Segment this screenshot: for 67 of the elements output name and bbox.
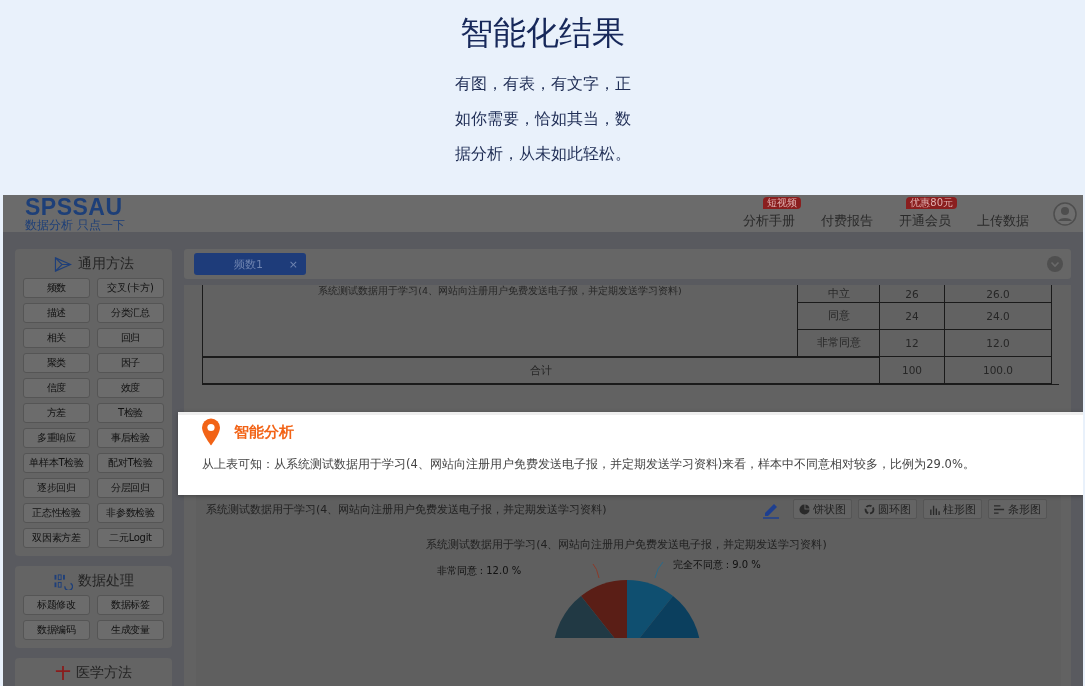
method-button[interactable]: 单样本T检验 bbox=[23, 453, 90, 473]
table-cell: 26 bbox=[880, 285, 945, 303]
slice-label: 非常同意 : 12.0 % bbox=[436, 564, 522, 578]
slice-label: 完全不同意 : 9.0 % bbox=[672, 558, 761, 572]
analysis-title: 智能分析 bbox=[234, 422, 294, 442]
chart-type-button[interactable]: 柱形图 bbox=[923, 499, 982, 519]
method-button[interactable]: 数据编码 bbox=[23, 620, 90, 640]
nav-link[interactable]: 付费报告 bbox=[821, 212, 873, 228]
method-button[interactable]: 正态性检验 bbox=[23, 503, 90, 523]
bar-chart-icon bbox=[929, 503, 940, 515]
method-button[interactable]: 配对T检验 bbox=[97, 453, 164, 473]
method-button[interactable]: 双因素方差 bbox=[23, 528, 90, 548]
method-button[interactable]: 回归 bbox=[97, 328, 164, 348]
table-cell: 12 bbox=[880, 330, 945, 357]
nav-link[interactable]: 开通会员 bbox=[899, 212, 951, 228]
method-button[interactable]: 事后检验 bbox=[97, 428, 164, 448]
method-button[interactable]: 逐步回归 bbox=[23, 478, 90, 498]
horizontal-bar-chart-icon bbox=[994, 503, 1005, 515]
method-button[interactable]: 分类汇总 bbox=[97, 303, 164, 323]
group-title: 医学方法 bbox=[76, 664, 132, 682]
chart-type-button[interactable]: 条形图 bbox=[988, 499, 1047, 519]
chevron-down-icon[interactable] bbox=[1047, 256, 1063, 272]
banner-text: 如你需要，恰如其当，数 bbox=[454, 108, 631, 130]
chart-type-button[interactable]: 饼状图 bbox=[793, 499, 852, 519]
analysis-text: 从上表可知：从系统测试数据用于学习(4、网站向注册用户免费发送电子报，并定期发送学习资料)来看，样本中不同意相对较多，比例为29.0%。 bbox=[202, 457, 976, 472]
group-title: 通用方法 bbox=[78, 255, 134, 273]
table-cell: 100.0 bbox=[945, 357, 1052, 384]
table-cell: 12.0 bbox=[945, 330, 1052, 357]
method-button[interactable]: 频数 bbox=[23, 278, 90, 298]
method-button[interactable]: 交叉(卡方) bbox=[97, 278, 164, 298]
method-button[interactable]: 因子 bbox=[97, 353, 164, 373]
banner-text: 有图，有表，有文字，正 bbox=[454, 73, 631, 95]
method-button[interactable]: 描述 bbox=[23, 303, 90, 323]
method-button[interactable]: 生成变量 bbox=[97, 620, 164, 640]
method-button[interactable]: 标题修改 bbox=[23, 595, 90, 615]
cross-icon bbox=[55, 665, 71, 681]
location-pin-icon bbox=[202, 418, 220, 446]
method-button[interactable]: T检验 bbox=[97, 403, 164, 423]
method-button[interactable]: 非参数检验 bbox=[97, 503, 164, 523]
avatar-icon[interactable] bbox=[1053, 201, 1077, 226]
method-button[interactable]: 效度 bbox=[97, 378, 164, 398]
method-button[interactable]: 分层回归 bbox=[97, 478, 164, 498]
banner-title: 智能化结果 bbox=[460, 12, 625, 54]
chart-type-button[interactable]: 圆环图 bbox=[858, 499, 917, 519]
promo-badge: 优惠80元 bbox=[906, 196, 957, 209]
method-button[interactable]: 方差 bbox=[23, 403, 90, 423]
banner-text: 据分析，从未如此轻松。 bbox=[454, 143, 631, 165]
logo[interactable]: SPSSAU bbox=[25, 195, 125, 219]
group-title: 数据处理 bbox=[78, 572, 134, 590]
method-button[interactable]: 信度 bbox=[23, 378, 90, 398]
pie-chart-icon bbox=[799, 503, 810, 515]
donut-chart-icon bbox=[864, 503, 875, 515]
binary-icon bbox=[53, 572, 73, 590]
tagline: 数据分析 只点一下 bbox=[25, 219, 125, 232]
nav-link[interactable]: 上传数据 bbox=[977, 212, 1029, 228]
promo-badge: 短视频 bbox=[763, 196, 801, 209]
table-cell: 100 bbox=[880, 357, 945, 384]
table-cell: 24.0 bbox=[945, 303, 1052, 330]
method-button[interactable]: 聚类 bbox=[23, 353, 90, 373]
method-button[interactable]: 相关 bbox=[23, 328, 90, 348]
method-button[interactable]: 多重响应 bbox=[23, 428, 90, 448]
tab[interactable]: 频数1 × bbox=[194, 253, 306, 275]
table-cell: 26.0 bbox=[945, 285, 1052, 303]
nav-link[interactable]: 分析手册 bbox=[743, 212, 795, 228]
network-icon bbox=[53, 255, 73, 273]
table-cell: 24 bbox=[880, 303, 945, 330]
method-button[interactable]: 数据标签 bbox=[97, 595, 164, 615]
